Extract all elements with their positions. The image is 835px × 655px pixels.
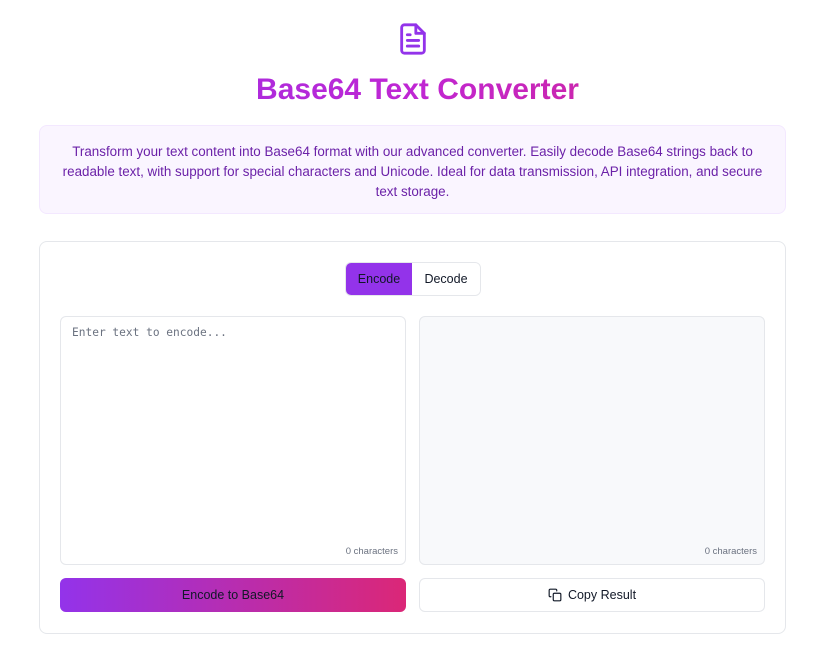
output-pane: 0 characters — [419, 316, 765, 565]
file-text-icon — [400, 23, 426, 55]
tab-decode[interactable]: Decode — [412, 263, 480, 295]
output-textarea[interactable] — [420, 317, 764, 564]
copy-result-label: Copy Result — [567, 588, 637, 602]
copy-icon — [548, 588, 562, 602]
output-char-count: 0 characters — [704, 546, 757, 557]
page-title: Base64 Text Converter — [0, 72, 835, 108]
input-textarea[interactable] — [61, 317, 405, 564]
converter-card: Encode Decode 0 characters 0 characters … — [39, 241, 786, 634]
input-char-count: 0 characters — [345, 546, 398, 557]
description-box: Transform your text content into Base64 … — [39, 125, 786, 214]
mode-toggle: Encode Decode — [345, 262, 481, 296]
copy-result-button[interactable]: Copy Result — [419, 578, 765, 612]
tab-encode[interactable]: Encode — [346, 263, 412, 295]
input-pane: 0 characters — [60, 316, 406, 565]
encode-button[interactable]: Encode to Base64 — [60, 578, 406, 612]
